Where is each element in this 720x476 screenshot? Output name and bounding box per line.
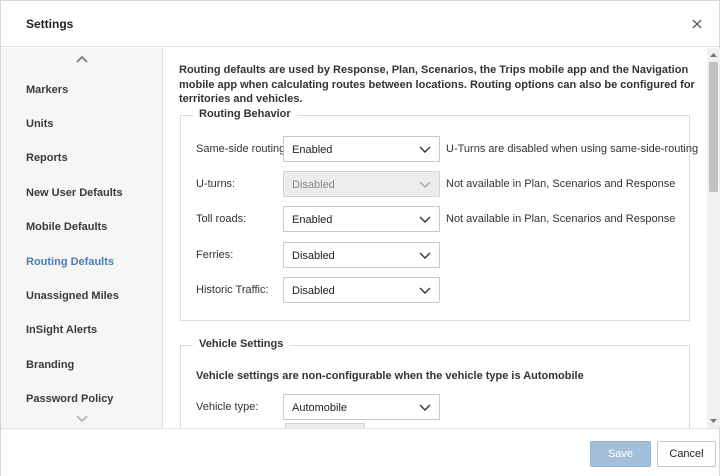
routing-behavior-fieldset: Routing Behavior Same-side routing: Enab… [180, 108, 698, 321]
intro-text: Routing defaults are used by Response, P… [179, 64, 695, 105]
sidebar-item-insight-alerts[interactable]: InSight Alerts [26, 324, 97, 336]
toll-roads-label: Toll roads: [196, 213, 247, 225]
chevron-up-icon [76, 55, 88, 63]
settings-dialog: Settings Markers Units Reports New User … [0, 0, 720, 476]
toll-roads-value: Enabled [292, 214, 333, 226]
close-icon [692, 19, 702, 29]
vehicle-settings-fieldset: Vehicle Settings Vehicle settings are no… [180, 338, 690, 428]
historic-traffic-value: Disabled [292, 285, 335, 297]
u-turns-note: Not available in Plan, Scenarios and Res… [446, 178, 676, 190]
routing-behavior-legend: Routing Behavior [193, 108, 297, 120]
historic-traffic-label: Historic Traffic: [196, 284, 269, 296]
same-side-routing-note: U-Turns are disabled when using same-sid… [446, 143, 699, 155]
ferries-label: Ferries: [196, 249, 234, 261]
same-side-routing-select[interactable]: Enabled [283, 136, 440, 162]
sidebar: Markers Units Reports New User Defaults … [1, 48, 163, 428]
scroll-up-arrow-icon[interactable] [710, 52, 717, 58]
sidebar-item-branding[interactable]: Branding [26, 359, 74, 371]
u-turns-value: Disabled [292, 179, 335, 191]
toll-roads-note: Not available in Plan, Scenarios and Res… [446, 213, 676, 225]
vehicle-settings-note: Vehicle settings are non-configurable wh… [196, 370, 584, 382]
sidebar-item-mobile-defaults[interactable]: Mobile Defaults [26, 221, 107, 233]
save-button[interactable]: Save [590, 441, 651, 467]
vehicle-type-select[interactable]: Automobile [283, 394, 440, 420]
vehicle-type-label: Vehicle type: [196, 401, 259, 413]
same-side-routing-value: Enabled [292, 144, 333, 156]
close-button[interactable] [687, 14, 707, 34]
dialog-title: Settings [26, 17, 74, 31]
sidebar-scroll-up[interactable] [75, 54, 89, 64]
cancel-button[interactable]: Cancel [657, 441, 716, 467]
scrollbar-thumb[interactable] [709, 62, 718, 192]
sidebar-item-password-policy[interactable]: Password Policy [26, 393, 113, 405]
sidebar-scroll-down[interactable] [75, 414, 89, 424]
scroll-down-arrow-icon[interactable] [710, 418, 717, 424]
u-turns-select: Disabled [283, 171, 440, 197]
dialog-footer: Save Cancel [1, 428, 719, 476]
sidebar-item-markers[interactable]: Markers [26, 84, 68, 96]
chevron-down-icon [419, 287, 431, 294]
content-scrollbar[interactable] [707, 48, 720, 428]
sidebar-item-routing-defaults[interactable]: Routing Defaults [26, 256, 114, 268]
chevron-down-icon [76, 415, 88, 423]
toll-roads-select[interactable]: Enabled [283, 206, 440, 232]
vehicle-settings-legend: Vehicle Settings [193, 338, 290, 350]
content-panel: Routing defaults are used by Response, P… [164, 48, 707, 428]
dialog-header: Settings [1, 1, 719, 47]
chevron-down-icon [419, 181, 431, 188]
sidebar-item-units[interactable]: Units [26, 118, 54, 130]
sidebar-item-unassigned-miles[interactable]: Unassigned Miles [26, 290, 119, 302]
historic-traffic-select[interactable]: Disabled [283, 277, 440, 303]
ferries-value: Disabled [292, 250, 335, 262]
vehicle-type-value: Automobile [292, 402, 348, 414]
chevron-down-icon [419, 404, 431, 411]
chevron-down-icon [419, 252, 431, 259]
sidebar-item-reports[interactable]: Reports [26, 152, 68, 164]
u-turns-label: U-turns: [196, 178, 236, 190]
sidebar-item-new-user-defaults[interactable]: New User Defaults [26, 187, 123, 199]
ferries-select[interactable]: Disabled [283, 242, 440, 268]
chevron-down-icon [419, 216, 431, 223]
same-side-routing-label: Same-side routing: [196, 143, 289, 155]
chevron-down-icon [419, 146, 431, 153]
